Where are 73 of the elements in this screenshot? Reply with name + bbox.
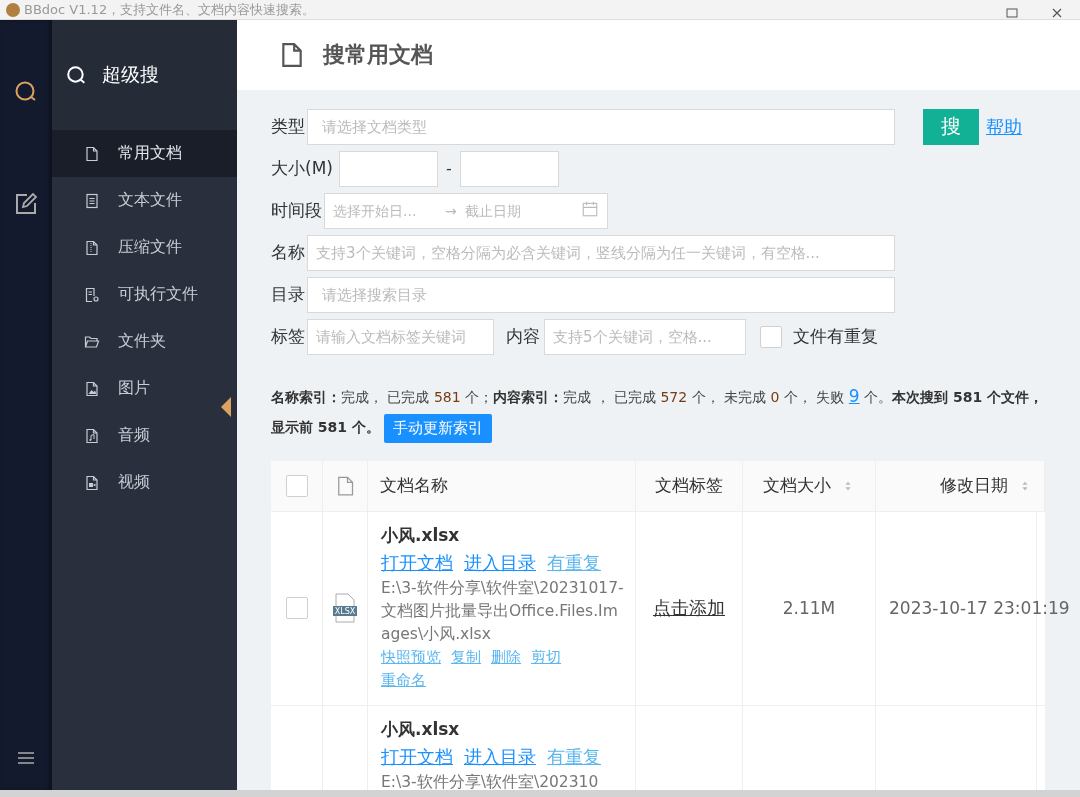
size-max-field[interactable] xyxy=(459,150,559,187)
sidebar-item[interactable]: 文件夹 xyxy=(52,318,237,365)
column-header: 文档名称 xyxy=(380,474,448,497)
modified-date: 2023-10-17 23:01:19 xyxy=(889,598,1070,618)
file-action-link[interactable]: 复制 xyxy=(451,647,481,667)
type-field[interactable]: 请选择文档类型 xyxy=(307,108,895,145)
help-link[interactable]: 帮助 xyxy=(986,114,1022,139)
sidebar-item[interactable]: 常用文档 xyxy=(52,130,237,177)
document-icon xyxy=(279,41,305,69)
video-file-icon xyxy=(84,474,100,491)
field-label: 内容 xyxy=(506,325,540,348)
edit-icon xyxy=(14,192,38,216)
sidebar-item[interactable]: 可执行文件 xyxy=(52,271,237,318)
file-action-link[interactable]: 重命名 xyxy=(381,670,426,690)
checkbox[interactable] xyxy=(285,474,308,497)
checkbox[interactable] xyxy=(285,597,308,619)
sidebar-item[interactable]: 图片 xyxy=(52,365,237,412)
sidebar-item[interactable]: 文本文件 xyxy=(52,177,237,224)
sidebar-item[interactable]: 压缩文件 xyxy=(52,224,237,271)
checkbox-label: 文件有重复 xyxy=(793,325,878,348)
document-icon xyxy=(84,145,100,162)
field-label: 大小(M) xyxy=(271,157,333,180)
file-action-link[interactable]: 剪切 xyxy=(531,647,561,667)
arrow-icon: → xyxy=(445,202,457,219)
file-action-link[interactable]: 删除 xyxy=(491,647,521,667)
zip-file-icon xyxy=(84,239,100,256)
content-field[interactable]: 支持5个关键词，空格... xyxy=(544,318,746,355)
directory-field[interactable]: 请选择搜索目录 xyxy=(307,276,895,313)
update-index-button[interactable]: 手动更新索引 xyxy=(384,413,492,443)
size-min-field[interactable] xyxy=(338,150,438,187)
file-link[interactable]: 进入目录 xyxy=(464,550,536,575)
sidebar-title: 超级搜 xyxy=(102,62,159,87)
field-label: 标签 xyxy=(271,325,305,348)
spreadsheet-file-icon: XLSX xyxy=(332,593,358,623)
collapse-arrow-icon xyxy=(221,397,231,417)
file-path: E:\3-软件分享\软件室\202310 xyxy=(381,771,600,790)
folder-icon xyxy=(84,333,100,350)
file-link[interactable]: 进入目录 xyxy=(464,744,536,769)
file-gear-icon xyxy=(84,286,100,303)
column-header[interactable]: 文档大小 xyxy=(763,474,831,497)
file-icon xyxy=(335,474,355,497)
file-link[interactable]: 打开文档 xyxy=(381,744,453,769)
app-logo xyxy=(6,3,20,17)
sidebar-item[interactable]: 视频 xyxy=(52,459,237,506)
image-file-icon xyxy=(84,380,100,397)
field-label: 时间段 xyxy=(271,199,322,222)
add-tag-link[interactable]: 点击添加 xyxy=(653,596,725,620)
tag-field[interactable]: 请输入文档标签关键词 xyxy=(307,318,494,355)
text-file-icon xyxy=(84,192,100,209)
range-separator: - xyxy=(445,159,452,178)
window-title: BBdoc V1.12，支持文件名、文档内容快速搜索。 xyxy=(24,3,316,17)
page-title: 搜常用文档 xyxy=(323,41,433,69)
file-size: 2.11M xyxy=(782,598,836,618)
file-path: E:\3-软件分享\软件室\20231017-文档图片批量导出Office.Files.Images\小风.xlsx xyxy=(381,577,625,645)
file-name: 小风.xlsx xyxy=(381,523,461,547)
sidebar-item[interactable]: 音频 xyxy=(52,412,237,459)
field-label: 名称 xyxy=(271,241,305,264)
file-name: 小风.xlsx xyxy=(381,717,461,741)
audio-file-icon xyxy=(84,427,100,444)
search-icon xyxy=(14,80,38,104)
search-button[interactable]: 搜 xyxy=(923,108,979,145)
column-header: 文档标签 xyxy=(655,474,723,497)
search-icon xyxy=(66,65,86,85)
failed-count-link[interactable]: 9 xyxy=(848,386,860,406)
file-link[interactable]: 有重复 xyxy=(547,744,601,769)
column-header[interactable]: 修改日期 xyxy=(940,474,1008,497)
file-link[interactable]: 有重复 xyxy=(547,550,601,575)
file-link[interactable]: 打开文档 xyxy=(381,550,453,575)
field-label: 目录 xyxy=(271,283,305,306)
field-label: 类型 xyxy=(271,115,305,138)
file-action-link[interactable]: 快照预览 xyxy=(381,647,441,667)
checkbox[interactable] xyxy=(760,325,782,348)
calendar-icon xyxy=(581,200,599,218)
